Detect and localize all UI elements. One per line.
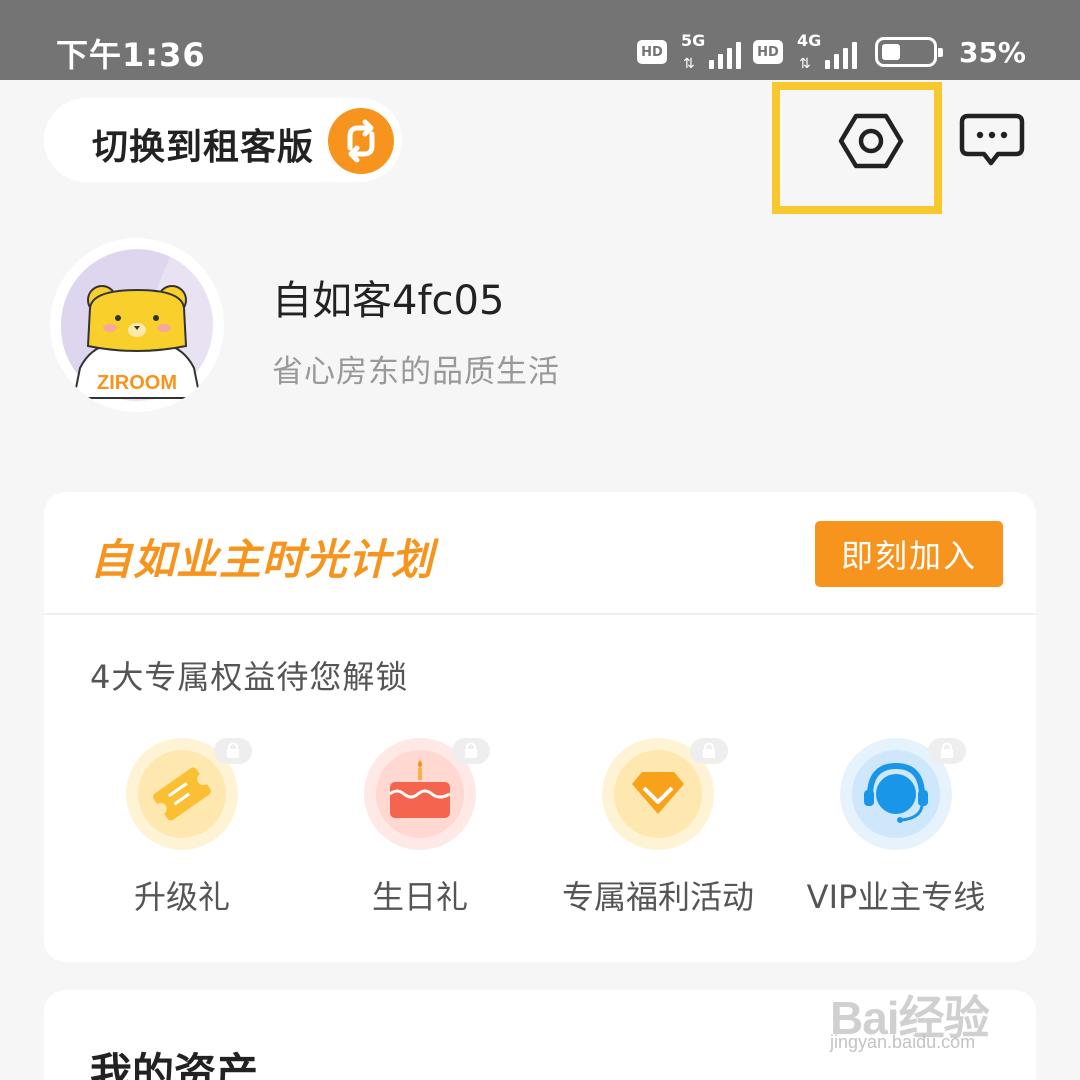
baidu-watermark: Bai经验 jingyan.baidu.com — [826, 962, 1036, 1062]
hd-badge-2: HD — [752, 40, 783, 64]
network-type-5g: 5G — [680, 31, 706, 50]
profile-slogan: 省心房东的品质生活 — [272, 354, 560, 390]
swap-arrows-icon — [328, 108, 394, 174]
battery-icon — [874, 37, 943, 67]
signal-bars-icon — [708, 42, 741, 69]
data-arrows-icon: ⇅ — [682, 56, 695, 72]
lock-icon — [928, 738, 966, 764]
settings-highlight-box — [772, 82, 942, 214]
avatar-brand-text: ZIROOM — [97, 372, 177, 394]
chat-bubble-icon — [959, 113, 1025, 166]
assets-title: 我的资产 — [90, 1049, 259, 1080]
username[interactable]: 自如客4fc05 — [272, 268, 504, 326]
battery-percent: 35% — [958, 35, 1026, 69]
benefit-label: 升级礼 — [133, 878, 230, 916]
plan-title: 自如业主时光计划 — [90, 535, 435, 584]
switch-to-tenant-button[interactable]: 切换到租客版 — [44, 98, 402, 182]
avatar[interactable]: ZIROOM — [50, 238, 224, 412]
lock-icon — [214, 738, 252, 764]
battery-level — [881, 44, 900, 60]
benefit-label: 生日礼 — [371, 878, 468, 916]
signal-4g-icon: 4G ⇅ — [795, 31, 857, 72]
switch-label: 切换到租客版 — [92, 127, 315, 168]
benefit-exclusive-activities[interactable]: 专属福利活动 — [538, 738, 778, 928]
benefit-label: 专属福利活动 — [561, 878, 754, 916]
benefit-upgrade-gift[interactable]: 升级礼 — [62, 738, 302, 928]
status-indicators: HD 5G ⇅ HD 4G ⇅ 35% — [636, 30, 1026, 74]
status-time: 下午1:36 — [56, 36, 206, 74]
watermark-url: jingyan.baidu.com — [830, 1032, 976, 1052]
join-now-button[interactable]: 即刻加入 — [815, 521, 1003, 587]
lock-icon — [452, 738, 490, 764]
status-bar: 下午1:36 HD 5G ⇅ HD 4G ⇅ 35% — [0, 0, 1080, 80]
signal-bars-icon-2 — [824, 42, 857, 69]
signal-5g-icon: 5G ⇅ — [679, 31, 741, 72]
divider — [44, 613, 1036, 615]
hd-badge: HD — [636, 40, 667, 64]
lock-icon — [690, 738, 728, 764]
benefit-label: VIP业主专线 — [806, 878, 986, 916]
data-arrows-icon-2: ⇅ — [798, 56, 811, 72]
messages-button[interactable] — [958, 110, 1026, 172]
benefit-vip-hotline[interactable]: VIP业主专线 — [776, 738, 1016, 928]
network-type-4g: 4G — [796, 31, 822, 50]
benefit-birthday-gift[interactable]: 生日礼 — [300, 738, 540, 928]
owner-plan-card: 自如业主时光计划 即刻加入 4大专属权益待您解锁 升级礼 生日礼 专属福利活动 … — [44, 492, 1036, 962]
plan-subtitle: 4大专属权益待您解锁 — [90, 658, 409, 696]
